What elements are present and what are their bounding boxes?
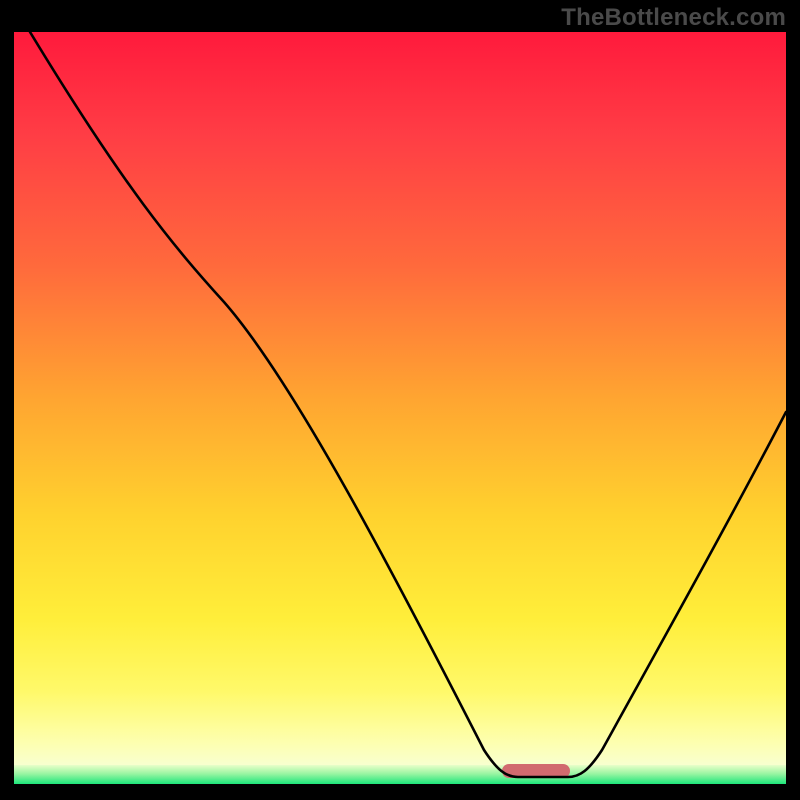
plot-area <box>14 32 786 784</box>
bottleneck-curve <box>14 32 786 784</box>
watermark-text: TheBottleneck.com <box>561 4 786 32</box>
bottleneck-curve-path <box>30 32 786 777</box>
chart-frame: TheBottleneck.com <box>0 0 800 800</box>
